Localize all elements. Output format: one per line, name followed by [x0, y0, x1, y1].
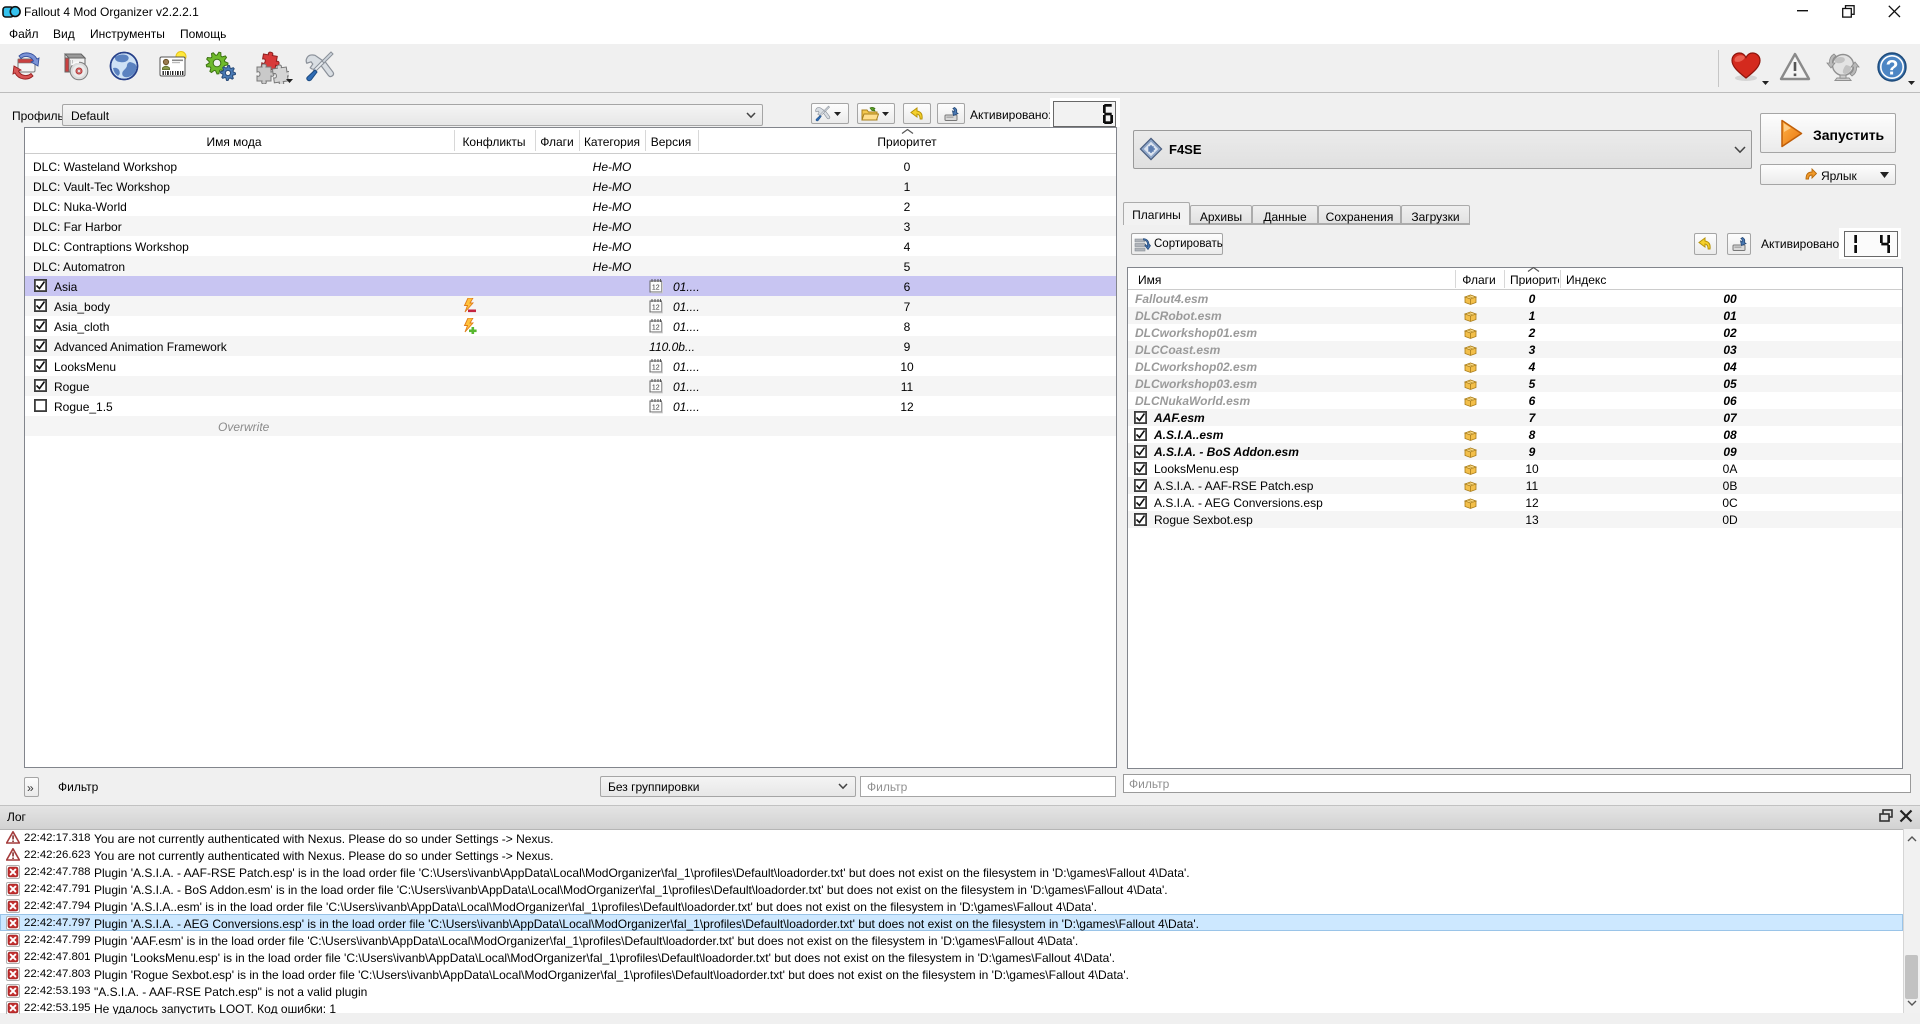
svg-text:12: 12 — [652, 405, 660, 412]
svg-text:12: 12 — [652, 305, 660, 312]
svg-text:?: ? — [1886, 57, 1899, 80]
svg-text:12: 12 — [652, 365, 660, 372]
svg-text:12: 12 — [652, 385, 660, 392]
svg-text:12: 12 — [652, 285, 660, 292]
svg-text:12: 12 — [652, 325, 660, 332]
